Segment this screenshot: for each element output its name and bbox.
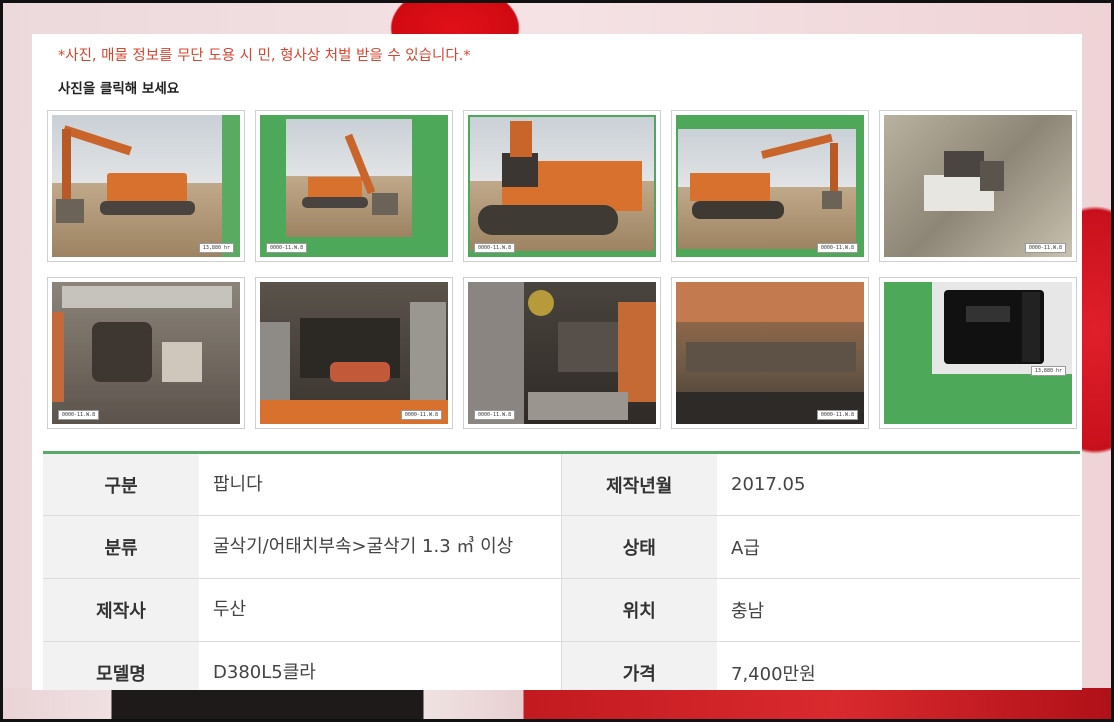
- spec-label-model: 모델명: [43, 641, 199, 690]
- photo-thumbnail-3[interactable]: 0000-11.W.8: [463, 110, 661, 262]
- photo-tag: 0000-11.W.8: [58, 410, 100, 420]
- spec-label-type: 구분: [43, 452, 199, 516]
- click-photo-hint: 사진을 클릭해 보세요: [58, 81, 180, 97]
- photo-thumbnail-8[interactable]: 0000-11.W.8: [463, 277, 661, 429]
- spec-value-model: D380L5클라: [199, 641, 561, 690]
- photo-thumbnail-2[interactable]: 0000-11.W.8: [255, 110, 453, 262]
- copyright-warning: *사진, 매물 정보를 무단 도용 시 민, 형사상 처벌 받을 수 있습니다.…: [58, 48, 471, 64]
- spec-row: 모델명 D380L5클라 가격 7,400만원: [43, 641, 1080, 690]
- spec-label-maker: 제작사: [43, 578, 199, 642]
- spec-label-condition: 상태: [560, 515, 717, 579]
- photo-tag: 0000-11.W.8: [816, 243, 858, 253]
- spec-label-price: 가격: [560, 641, 717, 690]
- spec-value-price: 7,400만원: [717, 641, 1080, 690]
- spec-label-location: 위치: [560, 578, 717, 642]
- spec-label-category: 분류: [43, 515, 199, 579]
- spec-row: 분류 굴삭기/어태치부속>굴삭기 1.3 ㎥ 이상 상태 A급: [43, 515, 1080, 579]
- photo-tag: 13,880 hr: [1030, 366, 1066, 376]
- spec-label-manufacture-date: 제작년월: [560, 452, 717, 516]
- photo-gallery: 13,880 hr 0000-11.W.8 0000-11.W.8 0000-1…: [47, 110, 1077, 429]
- equipment-spec-table: 구분 팝니다 제작년월 2017.05 분류 굴삭기/어태치부속>굴삭기 1.3…: [43, 451, 1080, 690]
- photo-thumbnail-9[interactable]: 0000-11.W.8: [671, 277, 869, 429]
- background-bottom: [0, 688, 1114, 722]
- photo-thumbnail-7[interactable]: 0000-11.W.8: [255, 277, 453, 429]
- photo-thumbnail-4[interactable]: 0000-11.W.8: [671, 110, 869, 262]
- photo-thumbnail-5[interactable]: 0000-11.W.8: [879, 110, 1077, 262]
- spec-value-manufacture-date: 2017.05: [717, 452, 1080, 516]
- photo-tag: 0000-11.W.8: [474, 410, 516, 420]
- photo-thumbnail-10[interactable]: 13,880 hr: [879, 277, 1077, 429]
- spec-row: 제작사 두산 위치 충남: [43, 578, 1080, 642]
- listing-panel: *사진, 매물 정보를 무단 도용 시 민, 형사상 처벌 받을 수 있습니다.…: [32, 34, 1082, 690]
- spec-value-category: 굴삭기/어태치부속>굴삭기 1.3 ㎥ 이상: [199, 515, 561, 579]
- photo-tag: 0000-11.W.8: [1024, 243, 1066, 253]
- photo-tag: 0000-11.W.8: [816, 410, 858, 420]
- spec-value-condition: A급: [717, 515, 1080, 579]
- spec-value-maker: 두산: [199, 578, 561, 642]
- photo-thumbnail-1[interactable]: 13,880 hr: [47, 110, 245, 262]
- photo-thumbnail-6[interactable]: 0000-11.W.8: [47, 277, 245, 429]
- photo-tag: 0000-11.W.8: [400, 410, 442, 420]
- spec-value-type: 팝니다: [199, 452, 561, 516]
- photo-tag: 0000-11.W.8: [474, 243, 516, 253]
- spec-value-location: 충남: [717, 578, 1080, 642]
- spec-row: 구분 팝니다 제작년월 2017.05: [43, 452, 1080, 516]
- photo-tag: 0000-11.W.8: [266, 243, 308, 253]
- photo-tag: 13,880 hr: [198, 243, 234, 253]
